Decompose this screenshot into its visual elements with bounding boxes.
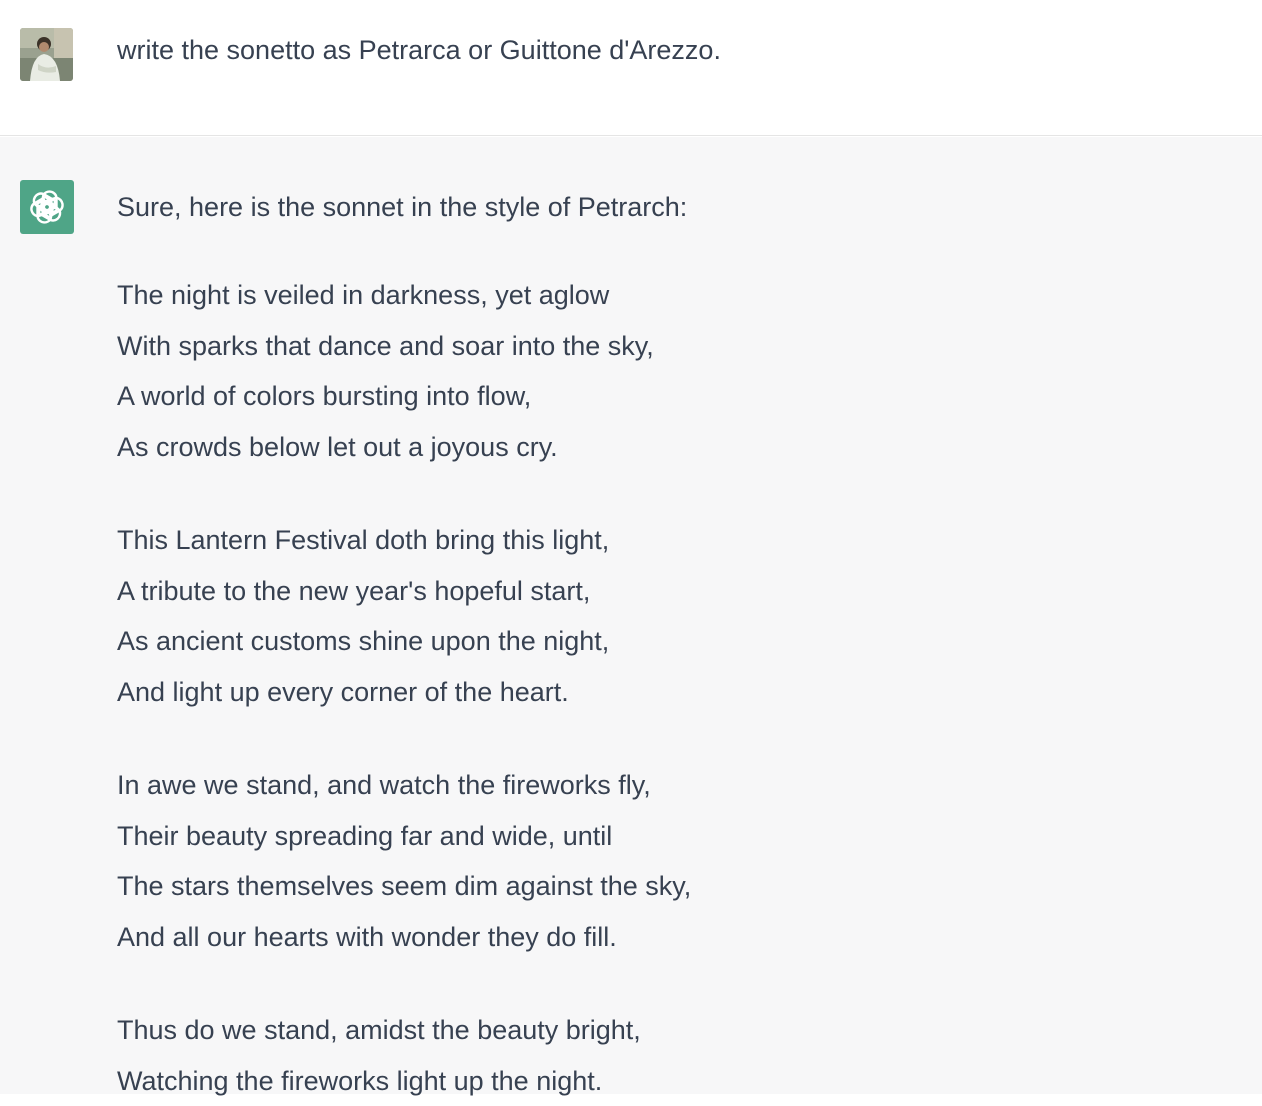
assistant-message-row: Sure, here is the sonnet in the style of… xyxy=(0,137,1262,1094)
poem-line: With sparks that dance and soar into the… xyxy=(117,321,1217,372)
poem-line: In awe we stand, and watch the fireworks… xyxy=(117,760,1217,811)
assistant-intro: Sure, here is the sonnet in the style of… xyxy=(117,187,1217,227)
poem-line: And light up every corner of the heart. xyxy=(117,667,1217,718)
assistant-message-text: Sure, here is the sonnet in the style of… xyxy=(117,187,1217,1106)
poem-line: Their beauty spreading far and wide, unt… xyxy=(117,811,1217,862)
poem-line: And all our hearts with wonder they do f… xyxy=(117,912,1217,963)
user-photo-icon xyxy=(20,28,73,81)
poem-line: As ancient customs shine upon the night, xyxy=(117,616,1217,667)
user-message-row: write the sonetto as Petrarca or Guitton… xyxy=(0,0,1262,136)
poem-line: A world of colors bursting into flow, xyxy=(117,371,1217,422)
stanza-4: Thus do we stand, amidst the beauty brig… xyxy=(117,1005,1217,1106)
poem-line: The night is veiled in darkness, yet agl… xyxy=(117,270,1217,321)
poem-line: Watching the fireworks light up the nigh… xyxy=(117,1056,1217,1106)
user-message-text: write the sonetto as Petrarca or Guitton… xyxy=(117,30,721,70)
poem-line: This Lantern Festival doth bring this li… xyxy=(117,515,1217,566)
stanza-3: In awe we stand, and watch the fireworks… xyxy=(117,760,1217,962)
poem-line: As crowds below let out a joyous cry. xyxy=(117,422,1217,473)
user-avatar xyxy=(20,28,73,81)
assistant-avatar xyxy=(20,180,74,234)
stanza-1: The night is veiled in darkness, yet agl… xyxy=(117,270,1217,472)
poem-line: A tribute to the new year's hopeful star… xyxy=(117,566,1217,617)
stanza-2: This Lantern Festival doth bring this li… xyxy=(117,515,1217,717)
poem-line: The stars themselves seem dim against th… xyxy=(117,861,1217,912)
openai-logo-icon xyxy=(27,187,67,227)
poem-line: Thus do we stand, amidst the beauty brig… xyxy=(117,1005,1217,1056)
